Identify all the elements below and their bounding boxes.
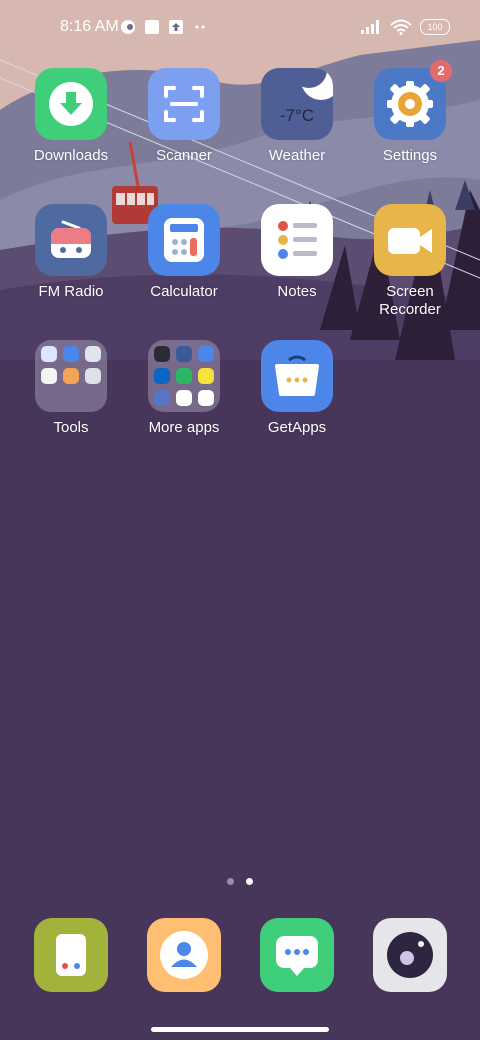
- downloads-label: Downloads: [33, 147, 109, 164]
- linkedin-mini-icon: [154, 368, 170, 384]
- wifi-icon: [390, 19, 412, 35]
- scanner-label: Scanner: [156, 147, 212, 164]
- tools-folder-icon[interactable]: [35, 340, 107, 412]
- dock-files-app[interactable]: [34, 918, 108, 992]
- downloads-icon[interactable]: [35, 68, 107, 140]
- calculator-label: Calculator: [150, 283, 218, 300]
- status-left-icons: [120, 19, 208, 35]
- shopping-basket-icon[interactable]: [261, 340, 333, 412]
- battery-indicator: 100: [420, 19, 450, 35]
- mini-app-icon: [154, 390, 170, 406]
- settings-gear-icon[interactable]: 2: [374, 60, 452, 140]
- page-indicator: [0, 878, 480, 885]
- app-scanner[interactable]: Scanner: [129, 68, 239, 165]
- page-dot[interactable]: [227, 878, 234, 885]
- app-getapps[interactable]: GetApps: [242, 340, 352, 437]
- play-store-mini-icon: [176, 390, 192, 406]
- dock-messages-app[interactable]: [260, 918, 334, 992]
- app-notes[interactable]: Notes: [242, 204, 352, 301]
- mini-app-icon: [63, 368, 79, 384]
- settings-label: Settings: [382, 147, 438, 164]
- signal-icon: [361, 20, 379, 34]
- notes-icon[interactable]: [261, 204, 333, 276]
- app-settings[interactable]: 2 Settings: [355, 60, 465, 165]
- mini-app-icon: [41, 368, 57, 384]
- home-gesture-bar[interactable]: [151, 1027, 329, 1032]
- app-downloads[interactable]: Downloads: [16, 68, 126, 165]
- status-bar: 8:16 AM 100: [0, 0, 480, 56]
- mini-app-icon: [198, 346, 214, 362]
- mini-app-icon: [176, 368, 192, 384]
- tools-label: Tools: [53, 419, 89, 436]
- mini-app-icon: [85, 368, 101, 384]
- square-notification-icon: [145, 20, 159, 34]
- app-calculator[interactable]: Calculator: [129, 204, 239, 301]
- amazon-mini-icon: [154, 346, 170, 362]
- mini-app-icon: [41, 346, 57, 362]
- weather-temperature: -7°C: [279, 106, 315, 125]
- upload-notification-icon: [169, 20, 183, 34]
- screen-recorder-label: Screen Recorder: [379, 283, 441, 318]
- folder-tools[interactable]: Tools: [16, 340, 126, 437]
- status-right-icons: 100: [360, 19, 450, 35]
- app-screen-recorder[interactable]: Screen Recorder: [355, 204, 465, 319]
- google-mini-icon: [198, 390, 214, 406]
- getapps-label: GetApps: [267, 419, 327, 436]
- snapchat-mini-icon: [198, 368, 214, 384]
- radio-icon[interactable]: [35, 204, 107, 276]
- notification-icon: [121, 20, 135, 34]
- mini-app-icon: [63, 346, 79, 362]
- notification-badge: 2: [430, 60, 452, 82]
- dock-camera-app[interactable]: [373, 918, 447, 992]
- more-apps-folder-icon[interactable]: [148, 340, 220, 412]
- facebook-mini-icon: [176, 346, 192, 362]
- folder-more-apps[interactable]: More apps: [129, 340, 239, 437]
- more-notifications-icon: [195, 25, 205, 29]
- weather-icon[interactable]: -7°C: [261, 68, 333, 140]
- fm-radio-label: FM Radio: [38, 283, 104, 300]
- page-dot-current[interactable]: [246, 878, 253, 885]
- mini-app-icon: [85, 346, 101, 362]
- weather-label: Weather: [268, 147, 326, 164]
- video-camera-icon[interactable]: [374, 204, 446, 276]
- scanner-icon[interactable]: [148, 68, 220, 140]
- calculator-icon[interactable]: [148, 204, 220, 276]
- app-fm-radio[interactable]: FM Radio: [16, 204, 126, 301]
- more-apps-label: More apps: [148, 419, 220, 436]
- notes-label: Notes: [277, 283, 317, 300]
- dock-contacts-app[interactable]: [147, 918, 221, 992]
- status-time: 8:16 AM: [60, 18, 119, 35]
- app-weather[interactable]: -7°C Weather: [242, 68, 352, 165]
